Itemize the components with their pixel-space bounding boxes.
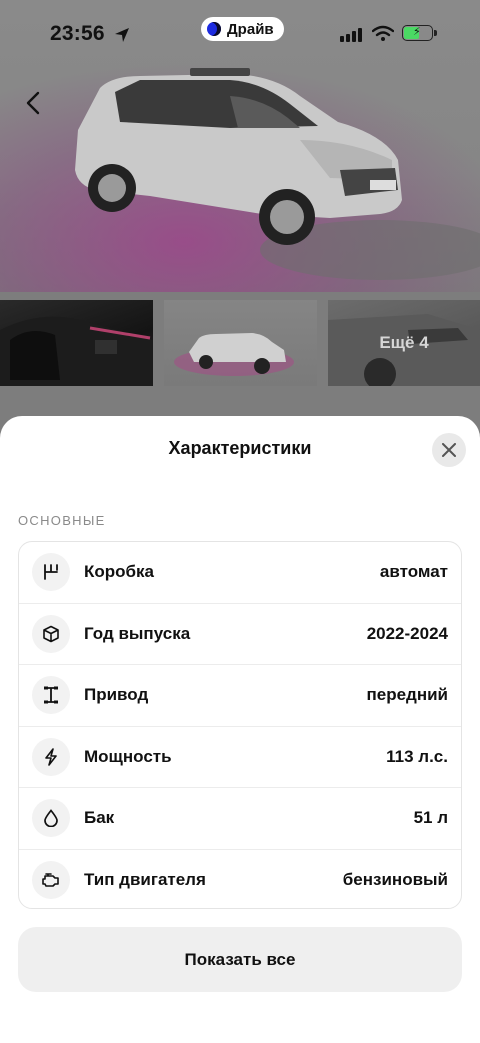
close-icon [442,443,456,457]
drive-logo-icon [207,22,221,36]
spec-value: передний [366,685,448,705]
spec-name: Год выпуска [84,623,191,643]
status-time: 23:56 [50,22,105,45]
status-bar: 23:56 Драйв ⚡ [0,0,480,70]
interior-photo [0,316,153,386]
back-button[interactable] [18,88,48,118]
spec-name: Бак [84,808,115,828]
drop-icon [32,799,70,838]
drive-axle-icon [32,676,70,715]
spec-row-engine: Тип двигателя бензиновый [19,850,461,909]
sheet-title: Характеристики [168,438,312,458]
spec-name: Тип двигателя [84,870,206,890]
wifi-icon [372,25,394,41]
thumbnail-exterior[interactable] [164,300,317,386]
thumbnail-more[interactable]: Ещё 4 [328,300,480,386]
screen: 23:56 Драйв ⚡ Ещё 4 Характеристики ОСНОВ… [0,0,480,1043]
cellular-signal-icon [340,28,362,42]
engine-icon [32,861,70,900]
exterior-photo [174,333,294,376]
spec-row-drive: Привод передний [19,665,461,727]
spec-row-year: Год выпуска 2022-2024 [19,604,461,665]
spec-value: 2022-2024 [366,623,448,643]
gearbox-icon [32,553,70,592]
spec-value: 113 л.с. [386,746,448,766]
spec-name: Привод [84,685,149,705]
spec-row-tank: Бак 51 л [19,788,461,850]
battery-icon: ⚡ [402,25,437,41]
show-all-button[interactable]: Показать все [18,927,462,992]
section-label: ОСНОВНЫЕ [18,513,106,528]
location-arrow-icon [115,28,129,42]
close-button[interactable] [432,433,466,467]
spec-list: Коробка автомат Год выпуска 2022-2024 Пр… [18,541,462,909]
lightning-icon [32,737,70,776]
spec-value: 51 л [413,808,448,828]
spec-value: автомат [379,562,448,582]
more-photos-label: Ещё 4 [379,333,429,352]
thumbnail-interior[interactable] [0,300,153,386]
drive-label: Драйв [227,20,274,38]
cube-icon [32,614,70,653]
spec-value: бензиновый [342,870,448,890]
photo-thumbnails: Ещё 4 [0,300,480,386]
spec-row-power: Мощность 113 л.с. [19,727,461,788]
spec-row-gearbox: Коробка автомат [19,542,461,604]
chevron-left-icon [26,91,40,115]
spec-name: Мощность [84,746,172,766]
characteristics-sheet: Характеристики ОСНОВНЫЕ Коробка автомат … [0,416,480,1043]
spec-name: Коробка [84,562,154,582]
drive-badge[interactable]: Драйв [201,17,284,41]
